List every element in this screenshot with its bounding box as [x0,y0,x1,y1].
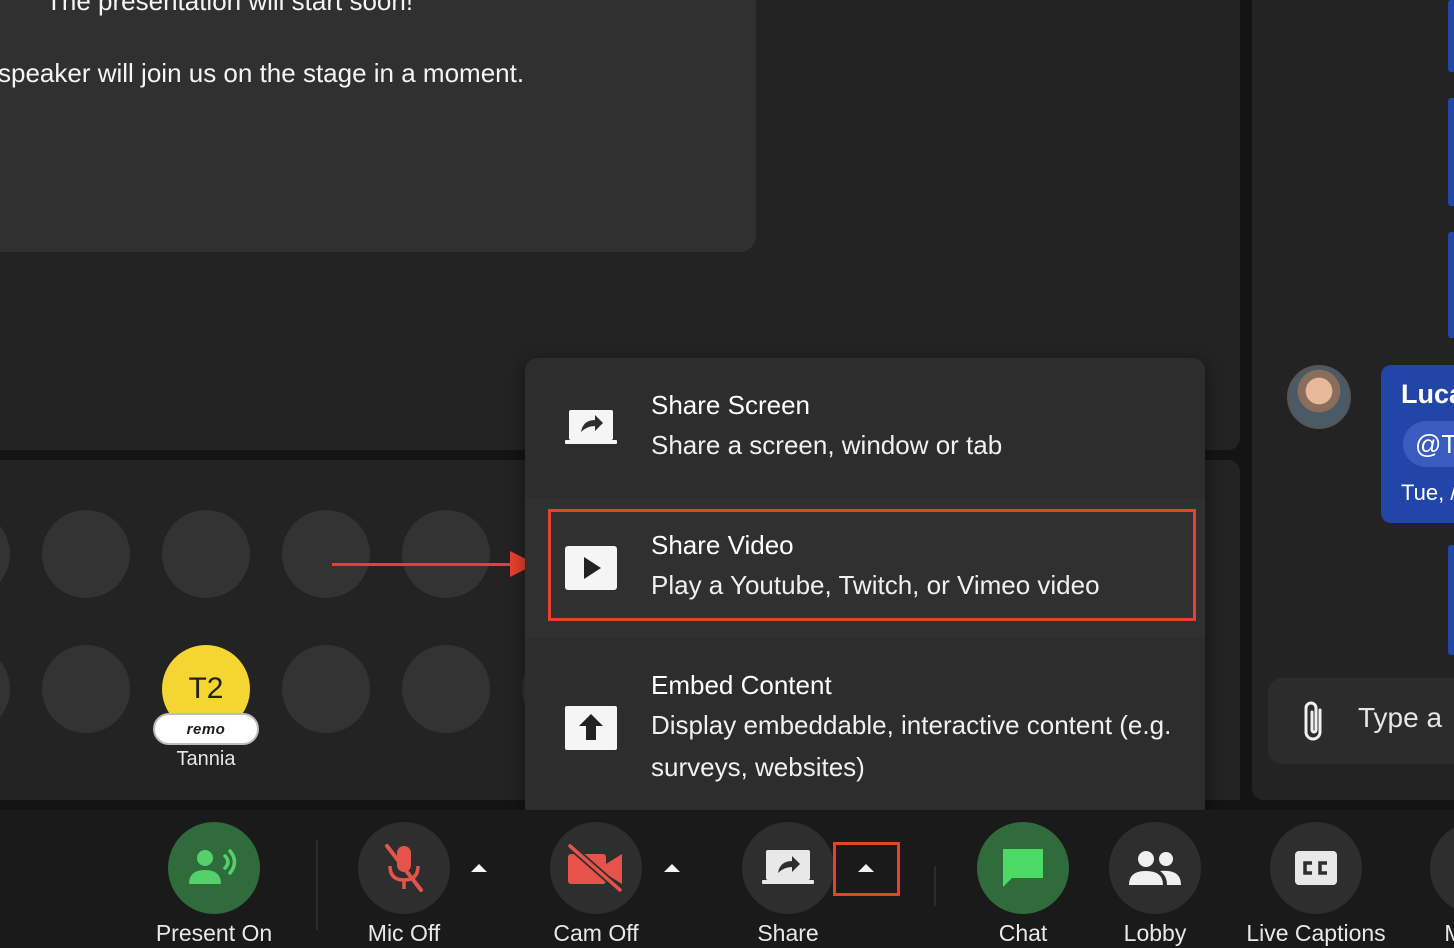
share-button[interactable] [742,822,834,914]
chat-user-avatar[interactable] [1287,365,1351,429]
bottom-toolbar: Present On Mic Off Cam Off Share Chat Lo… [0,810,1454,948]
camera-label: Cam Off [553,920,639,946]
toolbar-divider [934,866,936,906]
mic-label: Mic Off [367,920,441,946]
live-captions-button[interactable] [1270,822,1362,914]
menu-item-title: Share Screen [651,390,810,420]
chat-message-edge [1448,232,1454,338]
toolbar-divider [316,840,318,930]
mic-button[interactable] [358,822,450,914]
share-screen-icon [762,850,814,884]
chat-bubble-icon [1003,849,1043,887]
mic-off-icon [385,844,423,892]
stage-message-subtitle: speaker will join us on the stage in a m… [0,58,525,88]
chat-timestamp: Tue, / [1401,480,1454,505]
chat-mention-chip[interactable]: @Ta [1403,421,1454,467]
menu-item-description: Display embeddable, interactive content … [651,710,1172,782]
stage-message-card: The presentation will start soon! speake… [0,0,756,252]
present-button[interactable] [168,822,260,914]
chat-message-bubble: Luca @Ta Tue, / [1381,365,1454,523]
attendee-name: Tannia [176,748,236,770]
chat-input[interactable]: Type a [1268,678,1454,764]
paperclip-icon[interactable] [1298,698,1330,746]
annotation-highlight-share-caret [833,842,900,896]
presenter-icon [189,849,237,884]
empty-seat[interactable] [402,510,490,598]
camera-off-icon [567,844,623,892]
camera-options-caret-icon[interactable] [662,862,682,874]
share-screen-option[interactable]: Share Screen Share a screen, window or t… [525,358,1205,498]
mic-options-caret-icon[interactable] [469,862,489,874]
empty-seat[interactable] [282,510,370,598]
people-icon [1129,851,1181,885]
share-screen-icon [565,410,617,444]
chat-message-edge [1448,98,1454,206]
menu-item-title: Embed Content [651,670,832,700]
empty-seat[interactable] [42,645,130,733]
chat-button[interactable] [977,822,1069,914]
remo-badge: remo [153,713,259,745]
camera-button[interactable] [550,822,642,914]
more-label: M [1444,920,1454,946]
chat-input-placeholder: Type a [1358,702,1443,733]
upload-embed-icon [565,706,617,750]
chat-message-edge [1448,545,1454,655]
menu-item-description: Share a screen, window or tab [651,430,1003,460]
empty-seat[interactable] [0,645,10,733]
stage-message-title: The presentation will start soon! [46,0,414,16]
more-button[interactable] [1430,822,1454,914]
empty-seat[interactable] [282,645,370,733]
lobby-button[interactable] [1109,822,1201,914]
empty-seat[interactable] [162,510,250,598]
annotation-highlight-share-video [548,509,1196,621]
present-label: Present On [155,920,273,946]
empty-seat[interactable] [0,510,10,598]
annotation-arrow-line [332,563,512,566]
chat-message-edge [1448,0,1454,72]
share-label: Share [757,920,819,946]
chat-author: Luca [1401,379,1454,409]
chat-panel: Luca @Ta Tue, / Type a [1252,0,1454,800]
empty-seat[interactable] [42,510,130,598]
empty-seat[interactable] [402,645,490,733]
closed-captions-icon [1295,851,1337,885]
embed-content-option[interactable]: Embed Content Display embeddable, intera… [525,638,1205,820]
